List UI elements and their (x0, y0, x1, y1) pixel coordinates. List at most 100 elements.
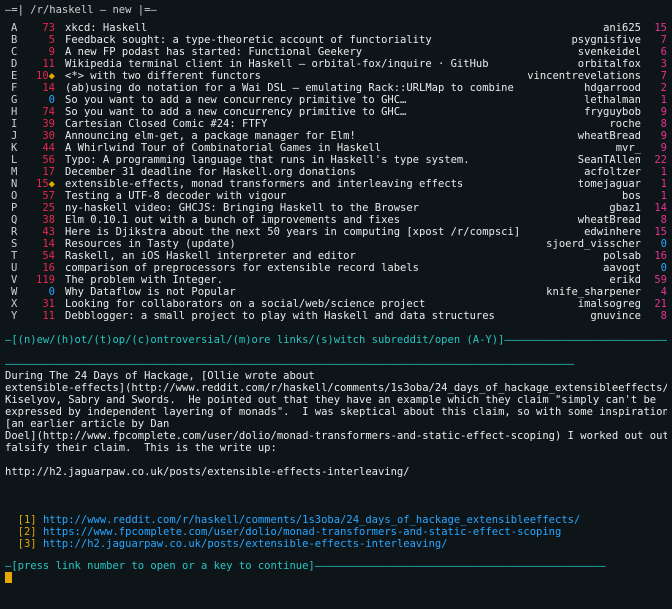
post-title[interactable]: Elm 0.10.1 out with a bunch of improveme… (65, 214, 535, 226)
post-key[interactable]: Q (11, 214, 17, 226)
post-row[interactable]: J 30 Announcing elm-get, a package manager… (5, 130, 667, 142)
post-title[interactable]: Typo: A programming language that runs i… (65, 154, 535, 166)
post-key[interactable]: P (11, 202, 17, 214)
post-key[interactable]: W (11, 286, 17, 298)
post-row[interactable]: S 14 Resources in Tasty (update) sjoerd_vis… (5, 238, 667, 250)
post-row[interactable]: P 25 ny-haskell video: GHCJS: Bringing Has… (5, 202, 667, 214)
post-key[interactable]: K (11, 142, 17, 154)
post-key[interactable]: A (11, 22, 17, 34)
post-score: 9 (48, 46, 55, 58)
post-row[interactable]: Q 38 Elm 0.10.1 out with a bunch of improv… (5, 214, 667, 226)
nav-command-bar[interactable]: —[(n)ew/(h)ot/(t)op/(c)ontroversial/(m)o… (5, 334, 667, 346)
link-item[interactable]: [2] https://www.fpcomplete.com/user/doli… (5, 526, 667, 538)
post-title[interactable]: Raskell, an iOS Haskell interpreter and … (65, 250, 535, 262)
post-row[interactable]: E 10◆ <*> with two different functors vince… (5, 70, 667, 82)
post-title[interactable]: extensible-effects, monad transformers a… (65, 178, 535, 190)
post-row[interactable]: U 16 comparison of preprocessors for exten… (5, 262, 667, 274)
post-row[interactable]: F 14 (ab)using do notation for a Wai DSL —… (5, 82, 667, 94)
post-key[interactable]: O (11, 190, 17, 202)
post-title[interactable]: comparison of preprocessors for extensib… (65, 262, 535, 274)
post-title[interactable]: So you want to add a new concurrency pri… (65, 94, 535, 106)
post-title[interactable]: So you want to add a new concurrency pri… (65, 106, 535, 118)
post-row[interactable]: V 119 The problem with Integer. erikd 59 (5, 274, 667, 286)
post-score: 25 (42, 202, 55, 214)
post-row[interactable]: L 56 Typo: A programming language that run… (5, 154, 667, 166)
link-number[interactable]: [1] (18, 514, 37, 526)
post-title[interactable]: December 31 deadline for Haskell.org don… (65, 166, 535, 178)
post-title[interactable]: Testing a UTF-8 decoder with vigour (65, 190, 535, 202)
post-author: aavogt (603, 262, 641, 274)
post-comments: 9 (660, 130, 667, 142)
post-title[interactable]: ny-haskell video: GHCJS: Bringing Haskel… (65, 202, 535, 214)
post-row[interactable]: T 54 Raskell, an iOS Haskell interpreter a… (5, 250, 667, 262)
post-key[interactable]: J (11, 130, 17, 142)
post-row[interactable]: M 17 December 31 deadline for Haskell.org … (5, 166, 667, 178)
post-key[interactable]: R (11, 226, 17, 238)
link-number[interactable]: [3] (18, 538, 37, 550)
post-title[interactable]: Here is Djikstra about the next 50 years… (65, 226, 535, 238)
post-key[interactable]: F (11, 82, 17, 94)
post-row[interactable]: Y 11 Debblogger: a small project to play w… (5, 310, 667, 322)
post-key[interactable]: D (11, 58, 17, 70)
post-title[interactable]: A new FP podast has started: Functional … (65, 46, 535, 58)
post-title[interactable]: Feedback sought: a type-theoretic accoun… (65, 34, 535, 46)
post-row[interactable]: A 73 xkcd: Haskell ani625 15 (5, 22, 667, 34)
post-title[interactable]: A Whirlwind Tour of Combinatorial Games … (65, 142, 535, 154)
post-key[interactable]: G (11, 94, 17, 106)
post-row[interactable]: R 43 Here is Djikstra about the next 50 ye… (5, 226, 667, 238)
link-number[interactable]: [2] (18, 526, 37, 538)
post-row[interactable]: X 31 Looking for collaborators on a social… (5, 298, 667, 310)
post-row[interactable]: W 0 Why Dataflow is not Popular knife_sharp… (5, 286, 667, 298)
post-key[interactable]: C (11, 46, 17, 58)
post-row[interactable]: G 0 So you want to add a new concurrency p… (5, 94, 667, 106)
post-key[interactable]: I (11, 118, 17, 130)
post-title[interactable]: xkcd: Haskell (65, 22, 535, 34)
post-row[interactable]: H 74 So you want to add a new concurrency … (5, 106, 667, 118)
post-title[interactable]: Resources in Tasty (update) (65, 238, 535, 250)
post-row[interactable]: K 44 A Whirlwind Tour of Combinatorial Gam… (5, 142, 667, 154)
post-key[interactable]: M (11, 166, 17, 178)
star-icon: ◆ (48, 178, 55, 190)
post-row[interactable]: I 39 Cartesian Closed Comic #24: FTFY roche… (5, 118, 667, 130)
post-key[interactable]: E (11, 70, 17, 82)
post-score-cell: 74 (27, 106, 62, 118)
link-url[interactable]: http://www.reddit.com/r/haskell/comments… (43, 514, 580, 526)
post-title[interactable]: Why Dataflow is not Popular (65, 286, 535, 298)
post-key[interactable]: L (11, 154, 17, 166)
post-title[interactable]: Cartesian Closed Comic #24: FTFY (65, 118, 535, 130)
post-key[interactable]: T (11, 250, 17, 262)
post-author: imalsogreg (577, 298, 641, 310)
post-title[interactable]: Announcing elm-get, a package manager fo… (65, 130, 535, 142)
post-row[interactable]: D 11 Wikipedia terminal client in Haskell … (5, 58, 667, 70)
link-item[interactable]: [1] http://www.reddit.com/r/haskell/comm… (5, 514, 667, 526)
post-row[interactable]: B 5 Feedback sought: a type-theoretic acco… (5, 34, 667, 46)
post-key[interactable]: V (11, 274, 17, 286)
post-author: gbaz1 (609, 202, 641, 214)
post-title[interactable]: The problem with Integer. (65, 274, 535, 286)
post-score: 44 (42, 142, 55, 154)
post-title[interactable]: Looking for collaborators on a social/we… (65, 298, 535, 310)
post-key[interactable]: H (11, 106, 17, 118)
post-key[interactable]: X (11, 298, 17, 310)
link-url[interactable]: http://h2.jaguarpaw.co.uk/posts/extensib… (43, 538, 448, 550)
post-title[interactable]: (ab)using do notation for a Wai DSL — em… (65, 82, 535, 94)
post-score-cell: 0 (27, 286, 62, 298)
post-title[interactable]: <*> with two different functors (65, 70, 535, 82)
post-comments: 0 (660, 262, 667, 274)
link-url[interactable]: https://www.fpcomplete.com/user/dolio/mo… (43, 526, 561, 538)
post-key[interactable]: N (11, 178, 17, 190)
post-score: 39 (42, 118, 55, 130)
post-title[interactable]: Wikipedia terminal client in Haskell — o… (65, 58, 535, 70)
post-row[interactable]: O 57 Testing a UTF-8 decoder with vigour bo… (5, 190, 667, 202)
post-row[interactable]: N 15◆ extensible-effects, monad transforme… (5, 178, 667, 190)
post-key[interactable]: Y (11, 310, 17, 322)
link-item[interactable]: [3] http://h2.jaguarpaw.co.uk/posts/exte… (5, 538, 667, 550)
post-key[interactable]: B (11, 34, 17, 46)
post-key[interactable]: U (11, 262, 17, 274)
post-score-cell: 57 (27, 190, 62, 202)
post-row[interactable]: C 9 A new FP podast has started: Functiona… (5, 46, 667, 58)
post-title[interactable]: Debblogger: a small project to play with… (65, 310, 535, 322)
post-score: 11 (42, 310, 55, 322)
post-comments: 8 (660, 310, 667, 322)
post-key[interactable]: S (11, 238, 17, 250)
